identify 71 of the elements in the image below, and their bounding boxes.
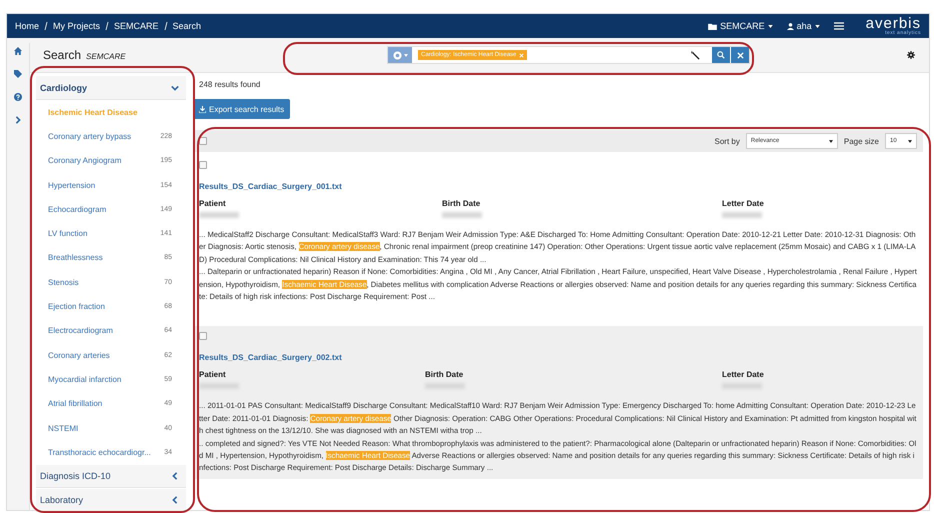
chevron-right-icon[interactable]: [14, 116, 22, 124]
column-label: Letter Date: [722, 199, 765, 208]
breadcrumb-link[interactable]: Home: [15, 21, 40, 31]
circle-icon: [392, 50, 402, 60]
results-count: 248 results found: [198, 80, 262, 91]
breadcrumb-link[interactable]: My Projects: [53, 21, 100, 31]
caret-icon: [768, 24, 773, 28]
project-menu[interactable]: SEMCARE: [708, 21, 773, 31]
menu-icon[interactable]: [834, 22, 844, 30]
redacted-value: [199, 212, 239, 218]
tag-icon[interactable]: [14, 70, 22, 78]
breadcrumb-link[interactable]: Search: [172, 21, 202, 31]
facet-label[interactable]: NSTEMI: [48, 424, 78, 432]
settings-icon[interactable]: [907, 51, 915, 59]
select-all-checkbox[interactable]: [199, 137, 207, 145]
home-icon[interactable]: [14, 47, 22, 55]
facet-label[interactable]: LV function: [48, 229, 88, 238]
clear-button[interactable]: [731, 47, 749, 63]
close-icon: [736, 52, 744, 58]
facet-label[interactable]: Stenosis: [48, 278, 79, 287]
facet-label[interactable]: Breathlessness: [48, 253, 103, 262]
help-icon[interactable]: [14, 93, 22, 101]
caret-icon: [908, 140, 912, 142]
project-name: SEMCARE: [86, 52, 126, 61]
column-label: Patient: [199, 370, 227, 380]
wand-icon[interactable]: [691, 50, 700, 60]
caret-icon: [814, 24, 820, 28]
column-label: Birth Date: [425, 370, 464, 380]
export-button[interactable]: Export search results: [193, 99, 290, 119]
result-checkbox[interactable]: [199, 332, 207, 340]
facet-label[interactable]: Transthoracic echocardiogr...: [48, 448, 151, 457]
facet-label[interactable]: Coronary artery bypass: [48, 132, 132, 141]
separator-icon: [164, 21, 168, 31]
user-menu[interactable]: aha: [786, 21, 820, 31]
breadcrumb-link[interactable]: SEMCARE: [114, 21, 159, 31]
download-icon: [199, 106, 206, 112]
facet-label[interactable]: Atrial fibrillation: [48, 399, 102, 408]
column-label: Patient: [199, 199, 227, 208]
facet-label[interactable]: Hypertension: [48, 180, 96, 190]
result-card[interactable]: [193, 326, 923, 479]
caret-icon: [404, 54, 408, 56]
column-label: Birth Date: [442, 199, 482, 208]
sort-label: Sort by: [714, 136, 740, 146]
facet-label[interactable]: Myocardial infarction: [48, 374, 122, 384]
page-title: Search: [43, 48, 82, 62]
chevron-left-icon: [171, 496, 179, 504]
result-checkbox[interactable]: [199, 161, 207, 169]
facet-header[interactable]: Diagnosis ICD-10: [36, 465, 186, 488]
facet-label[interactable]: Electrocardiogram: [48, 326, 113, 336]
file-link[interactable]: Results_DS_Cardiac_Surgery_001.txt: [199, 182, 342, 191]
search-icon: [717, 51, 725, 59]
facet-label[interactable]: Echocardiogram: [48, 204, 106, 214]
redacted-value: [199, 383, 239, 390]
facet-header[interactable]: Cardiology: [36, 76, 186, 100]
facet-label[interactable]: Coronary Angiogram: [48, 156, 122, 166]
redacted-value: [442, 212, 482, 218]
chevron-down-icon: [171, 84, 179, 92]
chevron-left-icon: [171, 472, 179, 480]
redacted-value: [722, 212, 762, 218]
separator-icon: [44, 21, 48, 31]
separator-icon: [105, 21, 110, 31]
column-label: Letter Date: [722, 370, 765, 380]
facet-label[interactable]: Coronary arteries: [48, 350, 110, 360]
search-button[interactable]: [712, 47, 730, 63]
folder-icon: [708, 22, 718, 30]
file-link[interactable]: Results_DS_Cardiac_Surgery_002.txt: [199, 353, 342, 362]
caret-icon: [828, 140, 833, 142]
page-size-label: Page size: [844, 136, 879, 146]
facet-header[interactable]: Laboratory: [36, 489, 186, 512]
facet-label[interactable]: Ejection fraction: [48, 302, 105, 312]
user-icon: [786, 22, 794, 30]
